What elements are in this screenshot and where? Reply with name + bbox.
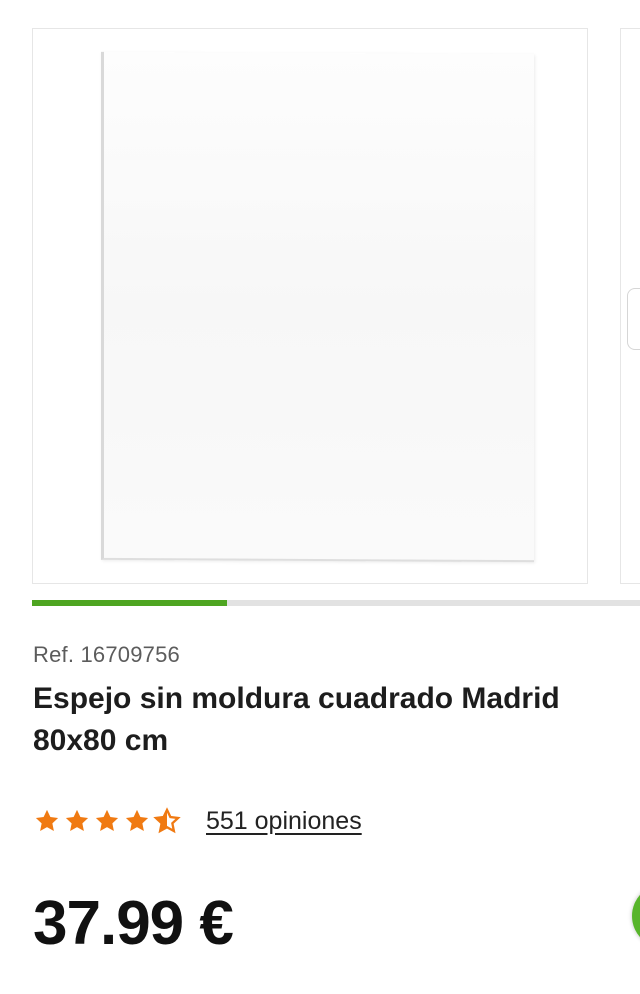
product-image-slide[interactable] <box>32 28 588 584</box>
carousel-progress-track <box>32 600 640 606</box>
mirror-image <box>101 51 534 563</box>
star-icon <box>35 809 59 832</box>
carousel-next-button[interactable] <box>627 288 640 350</box>
reviews-link[interactable]: 551 opiniones <box>206 807 362 836</box>
rating-row: 551 opiniones <box>33 803 362 839</box>
product-price: 37.99 € <box>33 889 234 958</box>
product-title-line-1: Espejo sin moldura cuadrado Madrid <box>33 682 560 715</box>
star-icon <box>95 809 119 832</box>
product-title-line-2: 80x80 cm <box>33 724 169 757</box>
rating-stars <box>33 807 181 835</box>
product-page: Ref. 16709756 Espejo sin moldura cuadrad… <box>0 0 640 994</box>
half-star-icon <box>153 807 181 834</box>
carousel-progress-fill <box>32 600 227 606</box>
star-icon <box>65 809 89 832</box>
product-title: Espejo sin moldura cuadrado Madrid 80x80… <box>33 678 633 762</box>
chat-icon[interactable] <box>632 884 640 948</box>
product-ref: Ref. 16709756 <box>33 642 180 667</box>
star-icon <box>125 809 149 832</box>
